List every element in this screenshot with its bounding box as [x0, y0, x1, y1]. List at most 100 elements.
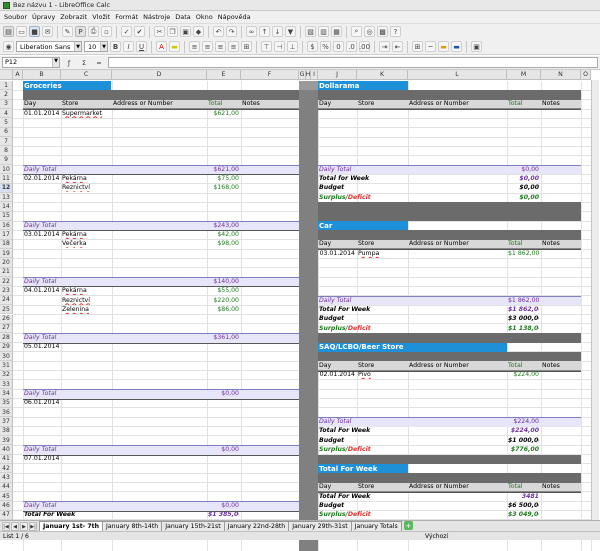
- menu-7[interactable]: Okno: [196, 13, 213, 21]
- align-left-icon[interactable]: ≡: [189, 41, 200, 52]
- menu-5[interactable]: Nástroje: [143, 13, 170, 21]
- column-header-F[interactable]: F: [241, 70, 299, 80]
- add-sheet-icon[interactable]: +: [403, 521, 413, 530]
- email-icon[interactable]: ✉: [42, 26, 53, 37]
- font-color-icon[interactable]: A: [156, 41, 167, 52]
- clone-formatting-icon[interactable]: ◆: [193, 26, 204, 37]
- menu-1[interactable]: Úpravy: [32, 13, 55, 21]
- currency-format-icon[interactable]: $: [307, 41, 318, 52]
- sheet-tab-2[interactable]: January 15th-21st: [161, 521, 225, 531]
- menu-3[interactable]: Vložit: [92, 13, 110, 21]
- sort-descending-icon[interactable]: ↓: [272, 26, 283, 37]
- row-header-7[interactable]: 7: [0, 137, 13, 147]
- row-header-5[interactable]: 5: [0, 118, 13, 128]
- row-header-40[interactable]: 40: [0, 445, 13, 455]
- row-header-1[interactable]: 1: [0, 81, 13, 91]
- menu-0[interactable]: Soubor: [4, 13, 27, 21]
- align-top-icon[interactable]: ⊤: [261, 41, 272, 52]
- column-header-H[interactable]: H: [306, 70, 311, 80]
- styles-icon[interactable]: ◉: [3, 41, 14, 52]
- sort-ascending-icon[interactable]: ↑: [259, 26, 270, 37]
- row-header-10[interactable]: 10: [0, 165, 13, 175]
- sum-icon[interactable]: Σ: [78, 57, 90, 68]
- percent-format-icon[interactable]: %: [320, 41, 331, 52]
- decrease-indent-icon[interactable]: ⇤: [392, 41, 403, 52]
- column-header-D[interactable]: D: [112, 70, 207, 80]
- row-header-6[interactable]: 6: [0, 127, 13, 138]
- menu-6[interactable]: Data: [175, 13, 191, 21]
- sheet-tab-5[interactable]: January Totals: [350, 521, 402, 531]
- row-header-47[interactable]: 47: [0, 510, 13, 520]
- row-header-30[interactable]: 30: [0, 351, 13, 362]
- row-header-26[interactable]: 26: [0, 314, 13, 324]
- row-header-29[interactable]: 29: [0, 342, 13, 352]
- column-header-L[interactable]: L: [408, 70, 507, 80]
- formula-input[interactable]: [108, 57, 598, 68]
- row-header-22[interactable]: 22: [0, 277, 13, 287]
- background-color-icon[interactable]: ▬: [438, 41, 449, 52]
- row-header-24[interactable]: 24: [0, 295, 13, 306]
- row-header-21[interactable]: 21: [0, 267, 13, 278]
- paste-icon[interactable]: ▣: [180, 26, 191, 37]
- cut-icon[interactable]: ✂: [154, 26, 165, 37]
- row-header-43[interactable]: 43: [0, 473, 13, 483]
- print-preview-icon[interactable]: ▫: [101, 26, 112, 37]
- row-header-46[interactable]: 46: [0, 501, 13, 511]
- row-header-39[interactable]: 39: [0, 435, 13, 446]
- spellcheck-icon[interactable]: ✓: [121, 26, 132, 37]
- row-header-4[interactable]: 4: [0, 109, 13, 119]
- row-header-2[interactable]: 2: [0, 90, 13, 100]
- column-header-M[interactable]: M: [507, 70, 541, 80]
- menu-4[interactable]: Formát: [115, 13, 138, 21]
- column-header-E[interactable]: E: [207, 70, 241, 80]
- italic-icon[interactable]: I: [123, 41, 134, 52]
- row-header-17[interactable]: 17: [0, 230, 13, 240]
- borders-icon[interactable]: ⊞: [412, 41, 423, 52]
- font-size-select[interactable]: 10 ▼: [84, 41, 108, 52]
- border-color-icon[interactable]: ▬: [451, 41, 462, 52]
- row-header-23[interactable]: 23: [0, 286, 13, 296]
- number-format-icon[interactable]: 0: [333, 41, 344, 52]
- spreadsheet-grid[interactable]: A B C D E F G H I J K L M N O 1 2 3 4 5 6 7 8 9 10 11 12 13 14 15 16 17…: [0, 0, 600, 551]
- column-header-I[interactable]: I: [311, 70, 318, 80]
- align-bottom-icon[interactable]: ⊥: [287, 41, 298, 52]
- row-header-25[interactable]: 25: [0, 305, 13, 315]
- menu-8[interactable]: Nápověda: [218, 13, 251, 21]
- first-sheet-icon[interactable]: |◀: [2, 522, 10, 531]
- add-decimal-icon[interactable]: .0: [346, 41, 357, 52]
- row-header-16[interactable]: 16: [0, 221, 13, 231]
- underline-icon[interactable]: U: [136, 41, 147, 52]
- gallery-icon[interactable]: ▩: [377, 26, 388, 37]
- column-header-B[interactable]: B: [23, 70, 61, 80]
- row-header-20[interactable]: 20: [0, 258, 13, 268]
- row-header-45[interactable]: 45: [0, 491, 13, 502]
- pivot-table-icon[interactable]: ▦: [331, 26, 342, 37]
- row-header-35[interactable]: 35: [0, 398, 13, 408]
- font-name-select[interactable]: Liberation Sans ▼: [16, 41, 82, 52]
- column-header-K[interactable]: K: [357, 70, 408, 80]
- column-header-N[interactable]: N: [541, 70, 581, 80]
- sidebar-toggle-icon[interactable]: ▣: [471, 41, 482, 52]
- row-header-3[interactable]: 3: [0, 99, 13, 109]
- row-header-14[interactable]: 14: [0, 202, 13, 212]
- hyperlink-icon[interactable]: ∞: [246, 26, 257, 37]
- print-icon[interactable]: ⎙: [88, 26, 99, 37]
- autofilter-icon[interactable]: ▼: [285, 26, 296, 37]
- sheet-tab-0[interactable]: January 1st- 7th: [39, 521, 104, 531]
- row-header-32[interactable]: 32: [0, 370, 13, 380]
- sheet-tab-1[interactable]: January 8th-14th: [102, 521, 163, 531]
- row-header-42[interactable]: 42: [0, 463, 13, 474]
- row-header-41[interactable]: 41: [0, 454, 13, 464]
- row-header-34[interactable]: 34: [0, 389, 13, 399]
- delete-decimal-icon[interactable]: .00: [359, 41, 370, 52]
- justify-icon[interactable]: ≡: [228, 41, 239, 52]
- row-header-11[interactable]: 11: [0, 174, 13, 184]
- align-middle-icon[interactable]: ⊣: [274, 41, 285, 52]
- row-header-13[interactable]: 13: [0, 193, 13, 203]
- row-header-12[interactable]: 12: [0, 183, 13, 194]
- menu-2[interactable]: Zobrazit: [60, 13, 87, 21]
- align-right-icon[interactable]: ≡: [215, 41, 226, 52]
- column-header-C[interactable]: C: [61, 70, 112, 80]
- find-replace-icon[interactable]: ⌕: [351, 26, 362, 37]
- increase-indent-icon[interactable]: ⇥: [379, 41, 390, 52]
